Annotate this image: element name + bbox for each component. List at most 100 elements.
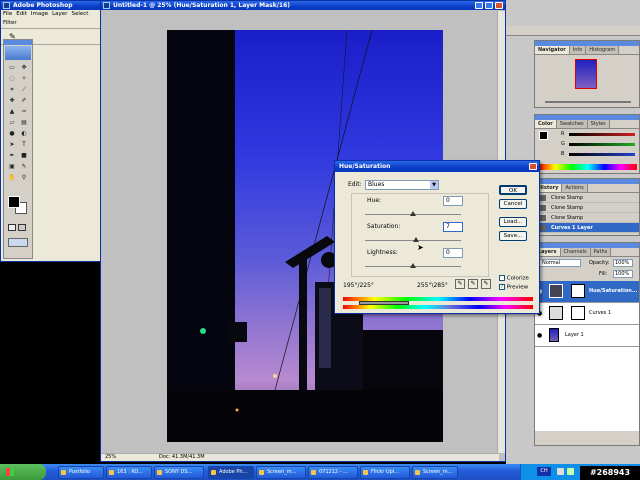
- layer-row-curves[interactable]: ● Curves 1: [535, 303, 639, 325]
- chevron-down-icon[interactable]: ▼: [430, 181, 438, 189]
- taskbar-button[interactable]: Flickr Upl...: [360, 466, 410, 479]
- saturation-slider-thumb[interactable]: [413, 237, 420, 242]
- shape-tool-icon[interactable]: ■: [20, 152, 28, 160]
- minimize-icon[interactable]: [475, 2, 483, 9]
- eyedropper-icon[interactable]: ✎: [455, 279, 465, 289]
- hand-tool-icon[interactable]: ✋: [8, 174, 16, 182]
- type-tool-icon[interactable]: T: [20, 141, 28, 149]
- taskbar-button[interactable]: 071212 - ...: [308, 466, 358, 479]
- menu-select[interactable]: Select: [69, 10, 90, 19]
- color-foreground-swatch[interactable]: [539, 131, 548, 140]
- crop-tool-icon[interactable]: ⌗: [8, 86, 16, 94]
- pen-tool-icon[interactable]: ✒: [8, 152, 16, 160]
- history-item[interactable]: Clone Stamp: [535, 193, 639, 203]
- menu-edit[interactable]: Edit: [14, 10, 29, 19]
- photoshop-titlebar[interactable]: Adobe Photoshop: [1, 1, 103, 10]
- move-tool-icon[interactable]: ✥: [20, 64, 28, 72]
- taskbar-button[interactable]: Postfolio: [58, 466, 104, 479]
- maximize-icon[interactable]: [485, 2, 493, 9]
- lasso-tool-icon[interactable]: ◌: [8, 75, 16, 83]
- imageready-jump-icon[interactable]: [8, 238, 28, 247]
- curves-mask-thumbnail[interactable]: [571, 306, 585, 320]
- cancel-button[interactable]: Cancel: [499, 199, 527, 209]
- tab-info[interactable]: Info: [569, 46, 587, 54]
- layer-row-layer-1[interactable]: ● Layer 1: [535, 325, 639, 347]
- slice-tool-icon[interactable]: ⟋: [20, 86, 28, 94]
- start-button[interactable]: [0, 464, 46, 480]
- colorize-row[interactable]: Colorize: [499, 275, 529, 283]
- blend-mode-select[interactable]: Normal: [539, 259, 581, 267]
- tray-icon[interactable]: [557, 468, 564, 475]
- color-spectrum-bar[interactable]: [539, 164, 637, 170]
- blur-tool-icon[interactable]: ●: [8, 130, 16, 138]
- preview-checkbox[interactable]: ✓: [499, 284, 505, 290]
- tab-paths[interactable]: Paths: [590, 248, 612, 256]
- eraser-tool-icon[interactable]: ▱: [8, 119, 16, 127]
- notes-tool-icon[interactable]: ▣: [8, 163, 16, 171]
- tab-channels[interactable]: Channels: [560, 248, 591, 256]
- menu-filter[interactable]: Filter: [1, 19, 19, 28]
- foreground-color-swatch[interactable]: [8, 196, 20, 208]
- magic-wand-tool-icon[interactable]: ✧: [20, 75, 28, 83]
- tab-histogram[interactable]: Histogram: [586, 46, 620, 54]
- navigator-thumbnail[interactable]: [575, 59, 597, 89]
- document-titlebar[interactable]: Untitled-1 @ 25% (Hue/Saturation 1, Laye…: [101, 1, 505, 10]
- horizontal-scrollbar[interactable]: [201, 453, 499, 461]
- tab-actions[interactable]: Actions: [562, 184, 588, 192]
- layer-row-hue-saturation[interactable]: ● Hue/Saturation...: [535, 281, 639, 303]
- menu-file[interactable]: File: [1, 10, 14, 19]
- healing-tool-icon[interactable]: ✚: [8, 97, 16, 105]
- zoom-tool-icon[interactable]: ⚲: [20, 174, 28, 182]
- tab-styles[interactable]: Styles: [587, 120, 610, 128]
- quick-mask-icon[interactable]: [8, 224, 16, 231]
- hue-field[interactable]: 0: [443, 196, 463, 206]
- channel-r-slider[interactable]: [569, 133, 635, 136]
- taskbar-button[interactable]: 163 : KO...: [106, 466, 152, 479]
- taskbar-button-active[interactable]: Adobe Ph...: [208, 466, 254, 479]
- taskbar-button[interactable]: SONY DS...: [154, 466, 204, 479]
- eyedropper-tool-icon[interactable]: ✎: [20, 163, 28, 171]
- load-button[interactable]: Load...: [499, 217, 527, 227]
- close-icon[interactable]: [495, 2, 503, 9]
- edit-select[interactable]: Blues ▼: [365, 180, 439, 190]
- preview-row[interactable]: ✓ Preview: [499, 284, 528, 292]
- ok-button[interactable]: OK: [499, 185, 527, 195]
- opacity-field[interactable]: 100%: [613, 259, 633, 267]
- zoom-readout[interactable]: 25%: [105, 454, 116, 461]
- history-item[interactable]: Clone Stamp: [535, 213, 639, 223]
- navigator-zoom-slider[interactable]: [545, 101, 631, 103]
- history-brush-tool-icon[interactable]: ✑: [20, 108, 28, 116]
- menu-image[interactable]: Image: [29, 10, 50, 19]
- dialog-close-icon[interactable]: [529, 163, 537, 170]
- history-item-selected[interactable]: Curves 1 Layer: [535, 223, 639, 233]
- colorize-checkbox[interactable]: [499, 275, 505, 281]
- path-selection-tool-icon[interactable]: ➤: [8, 141, 16, 149]
- tray-icon[interactable]: [567, 468, 574, 475]
- hue-slider-thumb[interactable]: [410, 211, 416, 216]
- menu-layer[interactable]: Layer: [50, 10, 69, 19]
- brush-tool-icon[interactable]: ✐: [20, 97, 28, 105]
- language-indicator[interactable]: CH: [537, 467, 551, 476]
- layer-mask-thumbnail[interactable]: [571, 284, 585, 298]
- tab-swatches[interactable]: Swatches: [556, 120, 588, 128]
- clone-stamp-tool-icon[interactable]: ▲: [8, 108, 16, 116]
- taskbar-button[interactable]: Screen_m...: [256, 466, 306, 479]
- eye-icon[interactable]: ●: [537, 332, 542, 339]
- dialog-titlebar[interactable]: Hue/Saturation: [335, 161, 539, 172]
- saturation-field[interactable]: 7: [443, 222, 463, 232]
- history-item[interactable]: Clone Stamp: [535, 203, 639, 213]
- tab-color[interactable]: Color: [535, 120, 557, 128]
- eyedropper-plus-icon[interactable]: ✎: [468, 279, 478, 289]
- dodge-tool-icon[interactable]: ◐: [20, 130, 28, 138]
- channel-g-slider[interactable]: [569, 143, 635, 146]
- eyedropper-minus-icon[interactable]: ✎: [481, 279, 491, 289]
- lightness-slider-thumb[interactable]: [410, 263, 416, 268]
- taskbar-button[interactable]: Screen_m...: [412, 466, 458, 479]
- marquee-tool-icon[interactable]: ▭: [8, 64, 16, 72]
- lightness-field[interactable]: 0: [443, 248, 463, 258]
- gradient-tool-icon[interactable]: ▤: [20, 119, 28, 127]
- screen-mode-icon[interactable]: [18, 224, 26, 231]
- save-button[interactable]: Save...: [499, 231, 527, 241]
- toolbox-header[interactable]: [4, 40, 32, 45]
- channel-b-slider[interactable]: [569, 153, 635, 156]
